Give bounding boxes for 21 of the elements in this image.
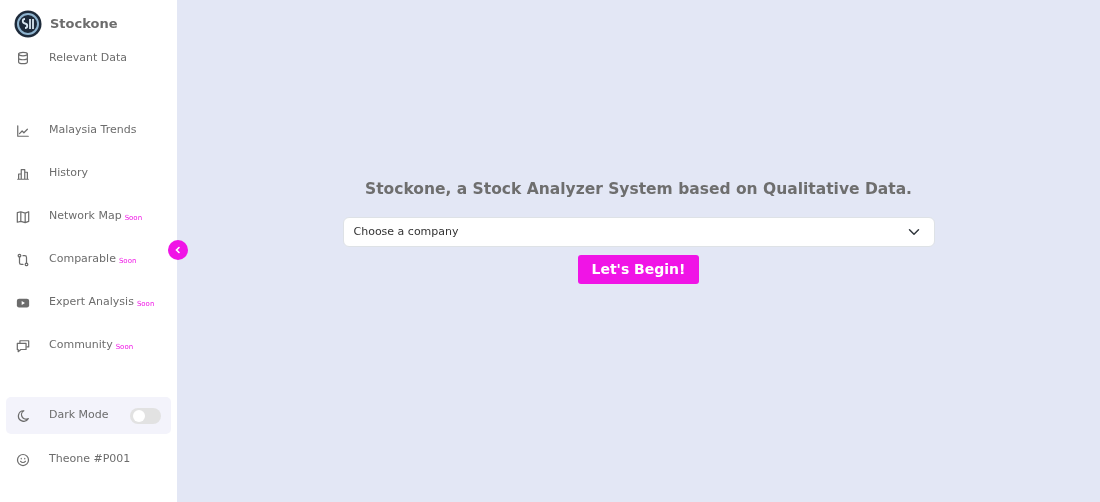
bar-chart-icon [16,166,30,181]
nav-item[interactable]: History [6,152,171,195]
logo-icon [14,10,42,38]
begin-button[interactable]: Let's Begin! [577,255,700,285]
company-select[interactable]: Choose a company [342,217,935,248]
chat-icon [16,338,30,353]
compare-icon [16,252,30,267]
dark-mode-toggle[interactable] [130,407,161,424]
map-icon [16,209,30,224]
database-icon [16,51,30,65]
moon-icon [16,408,30,423]
line-chart-icon [16,123,30,138]
collapse-button[interactable] [168,240,188,260]
nav-item[interactable]: Relevant Data [6,40,171,76]
page-heading: Stockone, a Stock Analyzer System based on Qualitative Data. [364,178,912,200]
dark-mode-label: Dark Mode [49,407,109,424]
nav-item[interactable]: Malaysia Trends [6,109,171,152]
chevron-left-icon [174,246,182,254]
brand-name: Stockone [50,15,118,34]
nav-item[interactable]: Theone #P001 [6,438,171,481]
smiley-icon [16,452,30,467]
